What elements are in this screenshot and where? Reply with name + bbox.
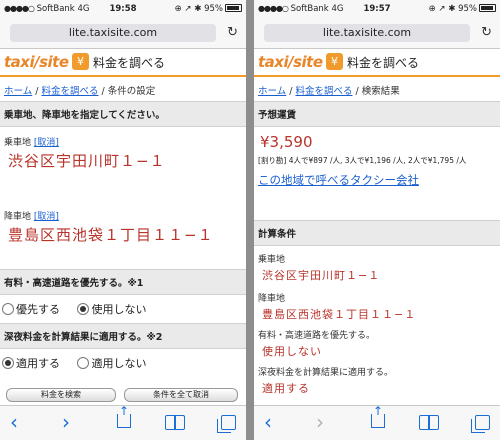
breadcrumb-home[interactable]: ホーム	[4, 86, 32, 97]
breadcrumb-separator: /	[98, 86, 108, 97]
breadcrumb-separator: /	[352, 86, 362, 97]
toll-radio-group: 優先する 使用しない	[0, 295, 246, 321]
breadcrumb-current: 条件の設定	[107, 86, 156, 97]
toll-avoid-label[interactable]: 使用しない	[91, 303, 146, 316]
browser-toolbar: ‹ ›	[254, 404, 500, 440]
breadcrumb-search[interactable]: 料金を調べる	[41, 86, 98, 97]
night-label: 深夜料金を計算結果に適用する。	[258, 368, 394, 378]
status-icons: ⊕ ↗ ✱	[174, 4, 202, 14]
right-screen: ●●●●○ SoftBank 4G 19:57 ⊕ ↗ ✱ 95% lite.t…	[254, 0, 500, 440]
tabs-icon[interactable]	[471, 415, 490, 433]
dropoff-value: 豊島区西池袋１丁目１１−１	[262, 308, 417, 321]
section-heading-toll: 有料・高速道路を優先する。※1	[0, 269, 246, 295]
fare-amount: ¥3,590	[260, 133, 313, 151]
night-apply-radio[interactable]	[2, 357, 14, 369]
search-fare-button[interactable]: 料金を検索	[6, 388, 116, 402]
pickup-address[interactable]: 渋谷区宇田川町１−１	[0, 148, 246, 173]
button-row: 料金を検索 条件を全て取消	[0, 388, 246, 402]
page-title: 料金を調べる	[347, 56, 420, 70]
section-heading-conditions: 計算条件	[254, 220, 500, 246]
reload-icon[interactable]: ↻	[481, 25, 492, 40]
address-bar: lite.taxisite.com ↻	[254, 18, 500, 49]
battery-percent: 95%	[458, 4, 477, 14]
toll-prefer-radio[interactable]	[2, 303, 14, 315]
breadcrumb-search[interactable]: 料金を調べる	[295, 86, 352, 97]
back-icon[interactable]: ‹	[10, 412, 18, 432]
url-field[interactable]: lite.taxisite.com	[10, 24, 216, 42]
status-icons: ⊕ ↗ ✱	[428, 4, 456, 14]
share-icon[interactable]	[117, 404, 131, 428]
battery-icon	[479, 4, 496, 12]
back-icon[interactable]: ‹	[264, 412, 272, 432]
address-bar: lite.taxisite.com ↻	[0, 18, 246, 49]
site-header: taxi/site ¥ 料金を調べる	[0, 49, 246, 77]
forward-icon[interactable]: ›	[316, 412, 324, 432]
site-header: taxi/site ¥ 料金を調べる	[254, 49, 500, 77]
battery-percent: 95%	[204, 4, 223, 14]
night-noapply-label[interactable]: 適用しない	[91, 357, 146, 370]
section-heading-fare: 予想運賃	[254, 101, 500, 127]
breadcrumb: ホーム / 料金を調べる / 条件の設定	[0, 77, 246, 101]
share-icon[interactable]	[371, 404, 385, 428]
section-heading-points: 乗車地、降車地を指定してください。	[0, 101, 246, 127]
section-heading-night: 深夜料金を計算結果に適用する。※2	[0, 323, 246, 349]
taxisite-logo[interactable]: taxi/site	[258, 53, 323, 71]
dropoff-cancel-link[interactable]: [取消]	[34, 212, 59, 222]
night-apply-label[interactable]: 適用する	[16, 357, 60, 370]
status-bar: ●●●●○ SoftBank 4G 19:57 ⊕ ↗ ✱ 95%	[254, 0, 500, 18]
clear-all-button[interactable]: 条件を全て取消	[124, 388, 238, 402]
status-bar: ●●●●○ SoftBank 4G 19:58 ⊕ ↗ ✱ 95%	[0, 0, 246, 18]
yen-icon: ¥	[72, 53, 89, 70]
fare-split: [割り勘] 4人で¥897 /人, 3人で¥1,196 /人, 2人で¥1,79…	[258, 156, 467, 165]
bookmarks-icon[interactable]	[165, 415, 185, 430]
dropoff-label: 降車地	[258, 294, 286, 304]
reload-icon[interactable]: ↻	[227, 25, 238, 40]
forward-icon[interactable]: ›	[62, 412, 70, 432]
status-right: ⊕ ↗ ✱ 95%	[175, 4, 242, 14]
dropoff-address[interactable]: 豊島区西池袋１丁目１１−１	[0, 222, 246, 247]
url-field[interactable]: lite.taxisite.com	[264, 24, 470, 42]
dropoff-label-row: 降車地 [取消]	[0, 209, 246, 222]
breadcrumb: ホーム / 料金を調べる / 検索結果	[254, 77, 500, 101]
status-right: ⊕ ↗ ✱ 95%	[429, 4, 496, 14]
breadcrumb-current: 検索結果	[361, 86, 400, 97]
pickup-label-row: 乗車地 [取消]	[0, 135, 246, 148]
left-screen: ●●●●○ SoftBank 4G 19:58 ⊕ ↗ ✱ 95% lite.t…	[0, 0, 246, 440]
bookmarks-icon[interactable]	[419, 415, 439, 430]
taxisite-logo[interactable]: taxi/site	[4, 53, 69, 71]
yen-icon: ¥	[326, 53, 343, 70]
taxi-company-link[interactable]: この地域で呼べるタクシー会社	[254, 168, 500, 192]
night-radio-group: 適用する 適用しない	[0, 349, 246, 375]
pickup-cancel-link[interactable]: [取消]	[34, 138, 59, 148]
pickup-value: 渋谷区宇田川町１−１	[262, 269, 381, 282]
pickup-label: 乗車地	[258, 255, 286, 265]
pickup-label: 乗車地	[4, 138, 32, 148]
dropoff-label: 降車地	[4, 212, 32, 222]
toll-prefer-label[interactable]: 優先する	[16, 303, 60, 316]
tabs-icon[interactable]	[217, 415, 236, 433]
night-noapply-radio[interactable]	[77, 357, 90, 369]
browser-toolbar: ‹ ›	[0, 404, 246, 440]
page-title: 料金を調べる	[93, 56, 166, 70]
toll-avoid-radio[interactable]	[77, 303, 90, 315]
breadcrumb-home[interactable]: ホーム	[258, 86, 286, 97]
toll-label: 有料・高速道路を優先する。	[258, 331, 376, 341]
toll-value: 使用しない	[262, 345, 322, 358]
night-value: 適用する	[262, 382, 310, 395]
battery-icon	[225, 4, 242, 12]
